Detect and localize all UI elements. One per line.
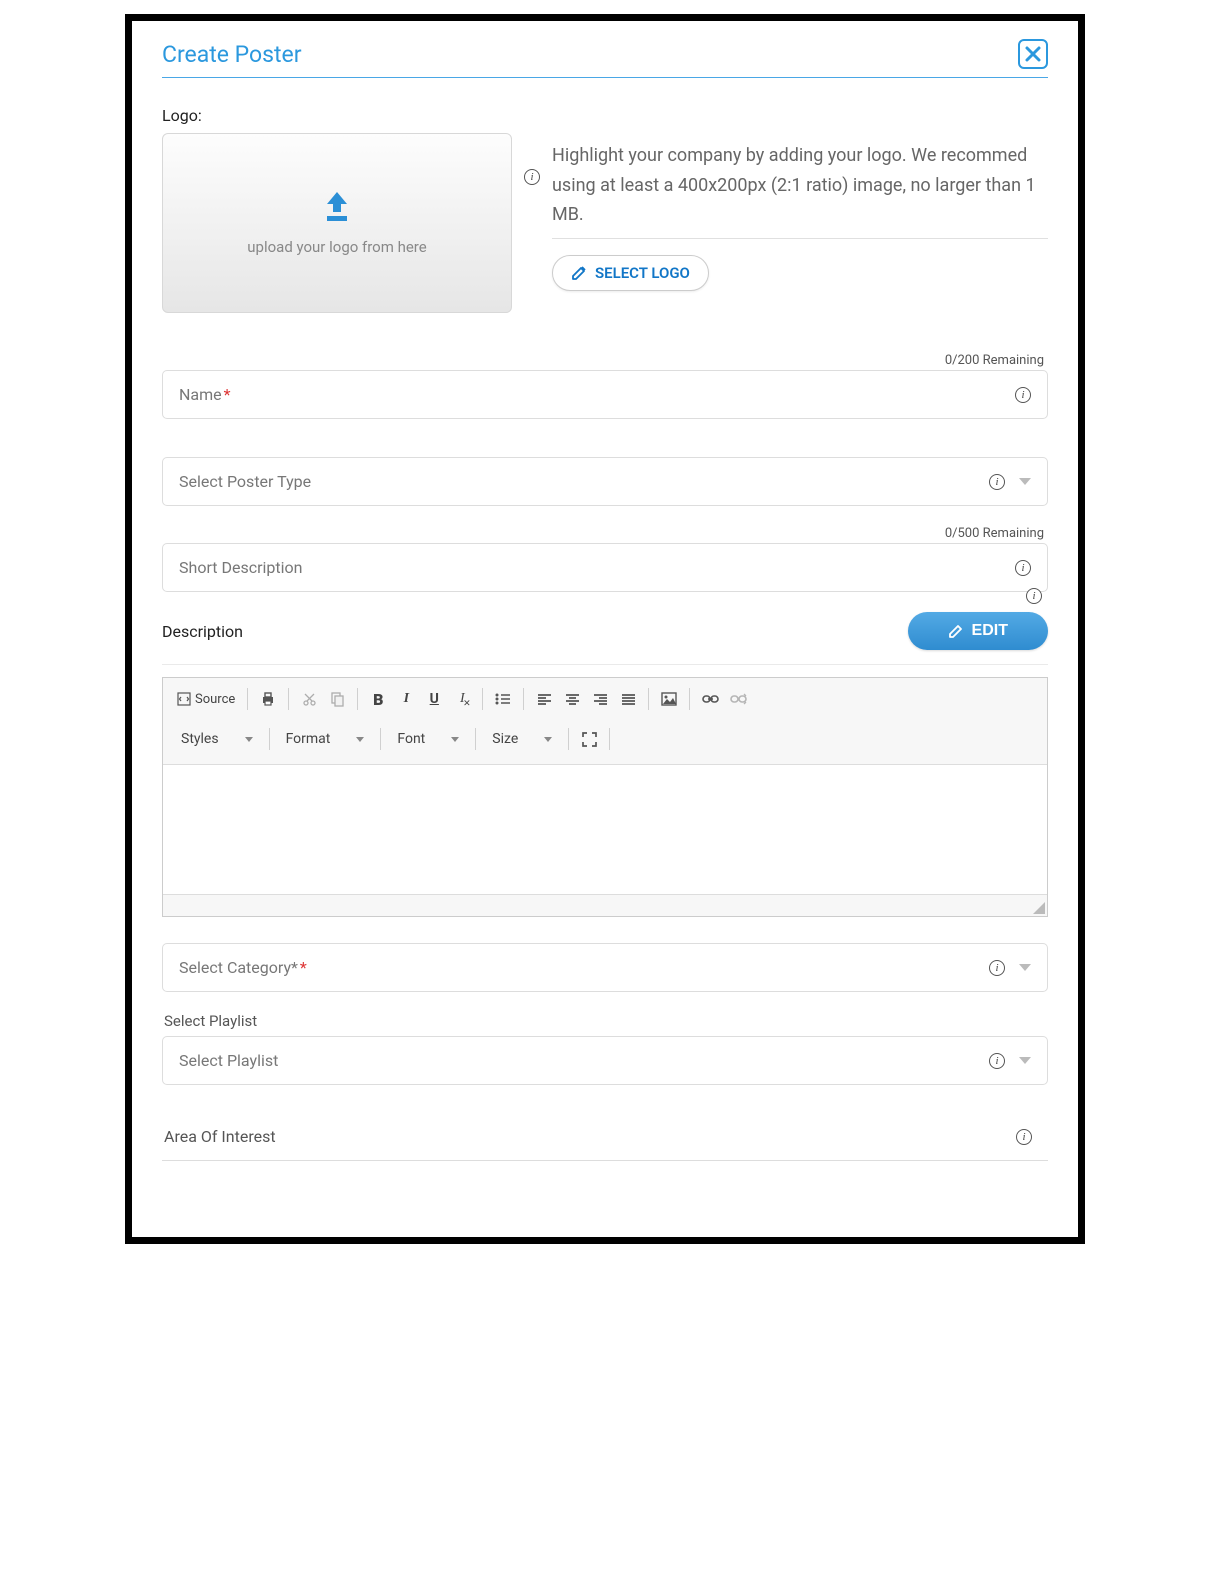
source-icon [177,692,191,706]
playlist-label: Select Playlist [164,1012,1048,1030]
align-left-button[interactable] [532,686,556,712]
resize-handle[interactable] [1033,902,1045,914]
styles-label: Styles [181,731,219,747]
clear-format-button[interactable]: I✕ [450,686,474,712]
chevron-down-icon [245,737,253,742]
align-justify-button[interactable] [616,686,640,712]
size-dropdown[interactable]: Size [482,727,562,751]
scissors-icon [302,692,317,707]
align-left-icon [537,693,552,706]
unlink-button[interactable] [726,686,750,712]
format-dropdown[interactable]: Format [276,727,375,751]
select-logo-label: SELECT LOGO [595,264,690,282]
maximize-icon [582,732,597,747]
required-mark: * [300,958,307,977]
font-dropdown[interactable]: Font [387,727,469,751]
poster-type-placeholder: Select Poster Type [179,472,989,491]
source-button[interactable]: Source [173,686,239,712]
select-logo-button[interactable]: SELECT LOGO [552,255,709,291]
page-title: Create Poster [162,41,302,68]
clear-format-icon: I✕ [460,691,465,707]
logo-label: Logo: [162,106,1048,125]
name-input[interactable]: Name* i [162,370,1048,419]
align-right-button[interactable] [588,686,612,712]
size-label: Size [492,731,518,747]
underline-button[interactable]: U [422,686,446,712]
area-of-interest-input[interactable]: Area Of Interest i [162,1113,1048,1161]
underline-icon: U [430,691,439,707]
font-label: Font [397,731,425,747]
category-select[interactable]: Select Category** i [162,943,1048,992]
name-placeholder: Name [179,385,222,404]
info-icon[interactable]: i [1015,560,1031,576]
image-icon [661,692,677,706]
description-label: Description [162,622,243,641]
modal-header: Create Poster [162,39,1048,78]
playlist-select[interactable]: Select Playlist i [162,1036,1048,1085]
close-icon [1024,45,1042,63]
info-icon[interactable]: i [989,474,1005,490]
align-center-button[interactable] [560,686,584,712]
edit-button[interactable]: EDIT [908,612,1048,650]
italic-icon: I [404,691,409,707]
styles-dropdown[interactable]: Styles [171,727,263,751]
short-description-input[interactable]: Short Description i [162,543,1048,592]
print-icon [260,691,276,707]
pencil-icon [948,623,964,639]
info-icon[interactable]: i [1026,588,1042,604]
link-icon [702,694,719,704]
chevron-down-icon [1019,964,1031,971]
editor-content-area[interactable] [163,764,1047,894]
unlink-icon [730,693,747,705]
align-center-icon [565,693,580,706]
link-button[interactable] [698,686,722,712]
short-desc-counter: 0/500 Remaining [162,526,1048,541]
close-button[interactable] [1018,39,1048,69]
info-icon[interactable]: i [524,169,540,185]
format-label: Format [286,731,331,747]
chevron-down-icon [1019,478,1031,485]
maximize-button[interactable] [577,726,601,752]
logo-help-text: Highlight your company by adding your lo… [552,133,1048,239]
upload-icon [315,190,359,224]
category-placeholder: Select Category* [179,958,298,977]
chevron-down-icon [356,737,364,742]
align-right-icon [593,693,608,706]
chevron-down-icon [451,737,459,742]
image-button[interactable] [657,686,681,712]
required-mark: * [224,385,231,404]
editor-toolbar: Source B I U I✕ [163,678,1047,764]
bold-icon: B [373,690,383,709]
rich-text-editor: Source B I U I✕ [162,677,1048,917]
copy-button[interactable] [325,686,349,712]
copy-icon [330,692,344,707]
source-label: Source [195,692,235,707]
short-desc-placeholder: Short Description [179,558,1015,577]
info-icon[interactable]: i [1015,387,1031,403]
playlist-placeholder: Select Playlist [179,1051,989,1070]
aoi-placeholder: Area Of Interest [164,1127,1016,1146]
chevron-down-icon [544,737,552,742]
upload-hint: upload your logo from here [247,238,426,256]
poster-type-select[interactable]: Select Poster Type i [162,457,1048,506]
bullet-list-button[interactable] [491,686,515,712]
print-button[interactable] [256,686,280,712]
bold-button[interactable]: B [366,686,390,712]
cut-button[interactable] [297,686,321,712]
italic-button[interactable]: I [394,686,418,712]
chevron-down-icon [1019,1057,1031,1064]
list-icon [495,692,511,706]
logo-upload-dropzone[interactable]: upload your logo from here [162,133,512,313]
info-icon[interactable]: i [989,1053,1005,1069]
edit-button-label: EDIT [972,622,1008,640]
info-icon[interactable]: i [1016,1129,1032,1145]
editor-footer [163,894,1047,916]
info-icon[interactable]: i [989,960,1005,976]
name-counter: 0/200 Remaining [162,353,1048,368]
pencil-icon [571,265,587,281]
align-justify-icon [621,693,636,706]
